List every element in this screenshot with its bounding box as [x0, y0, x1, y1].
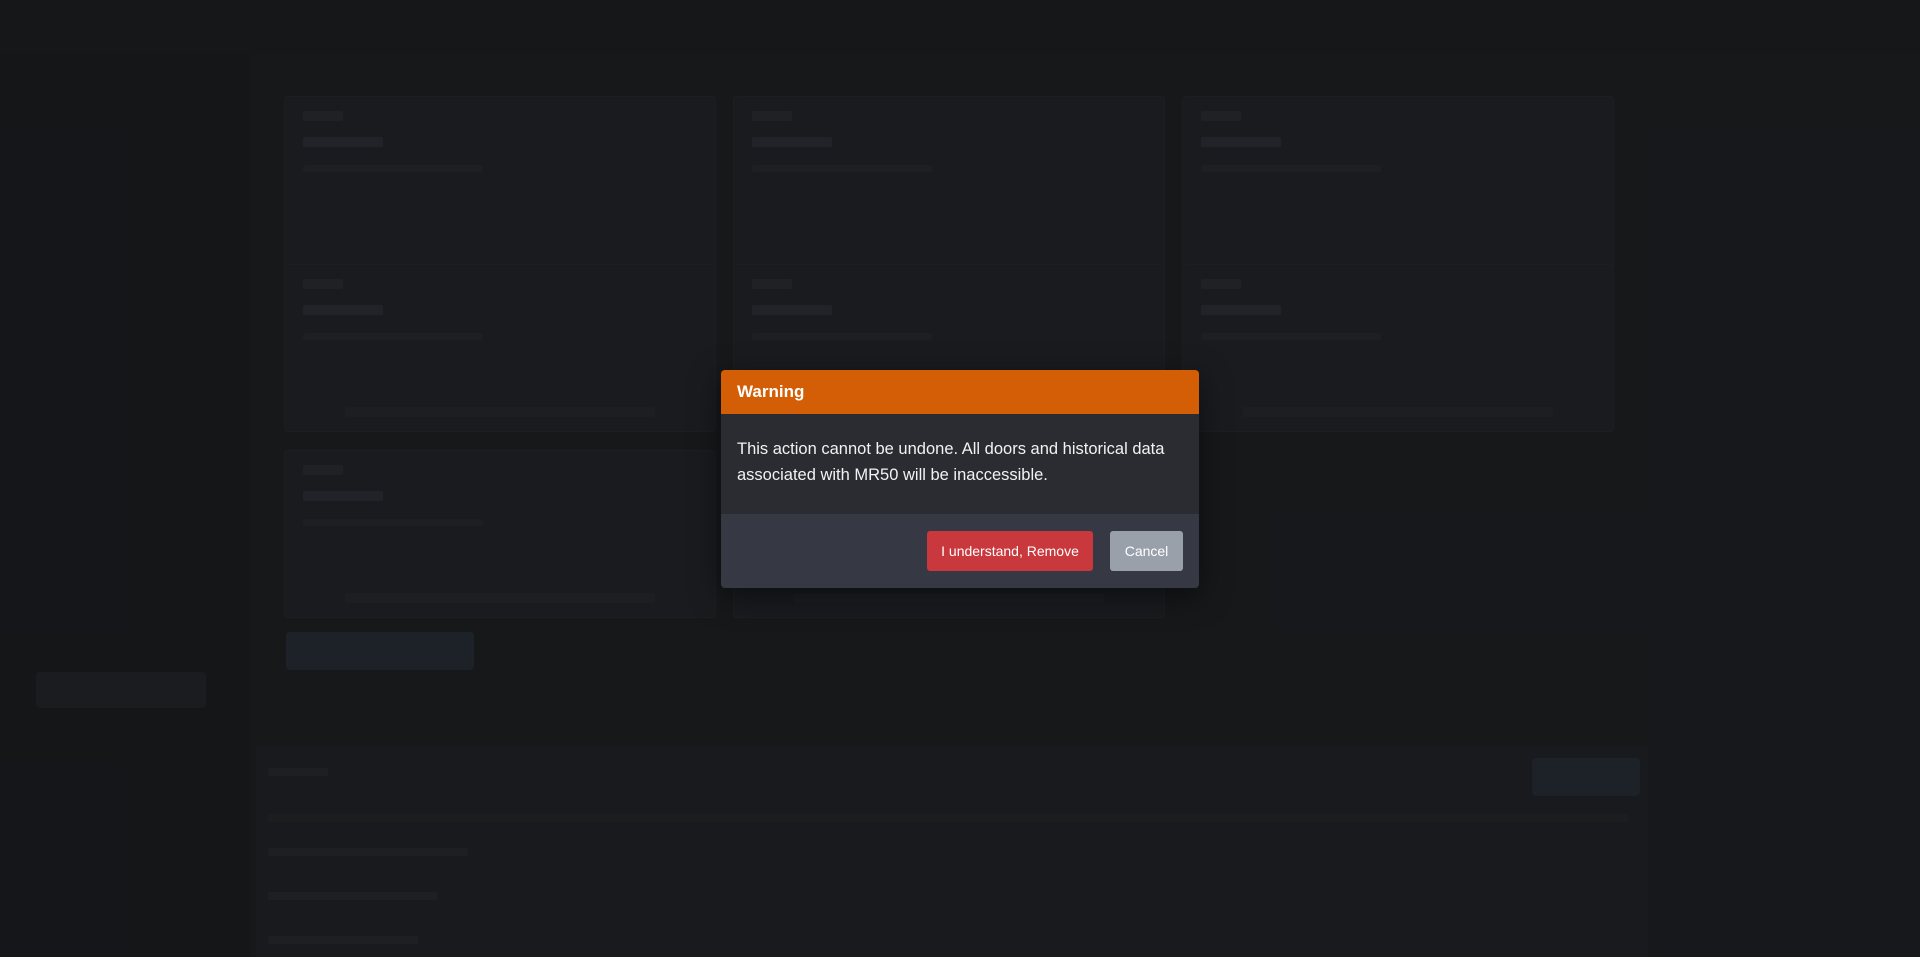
- warning-dialog: Warning This action cannot be undone. Al…: [721, 370, 1199, 588]
- confirm-remove-button[interactable]: I understand, Remove: [927, 531, 1093, 571]
- dialog-footer: I understand, Remove Cancel: [721, 514, 1199, 588]
- dialog-body: This action cannot be undone. All doors …: [721, 414, 1199, 514]
- dialog-header: Warning: [721, 370, 1199, 414]
- dialog-title: Warning: [737, 382, 805, 401]
- cancel-button[interactable]: Cancel: [1110, 531, 1183, 571]
- dialog-message: This action cannot be undone. All doors …: [737, 440, 1165, 484]
